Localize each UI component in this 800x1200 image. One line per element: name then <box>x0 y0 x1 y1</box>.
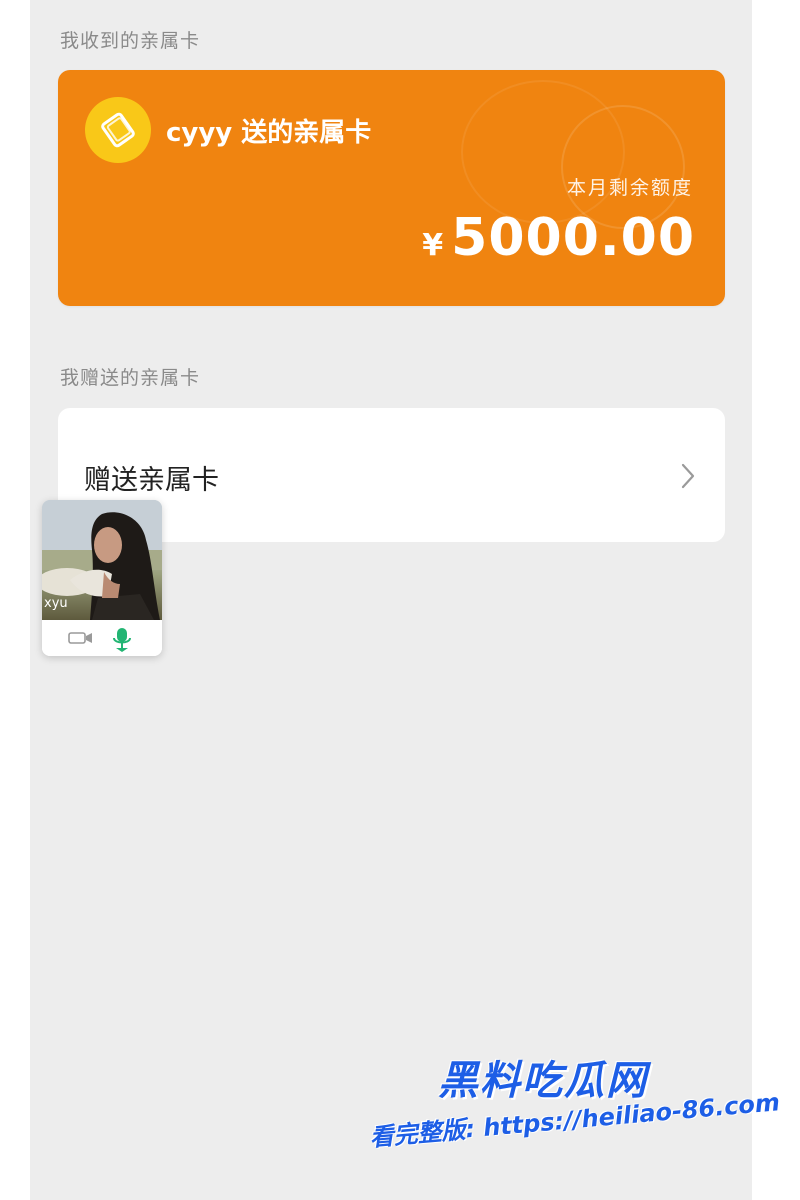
received-section-title: 我收到的亲属卡 <box>60 30 201 52</box>
given-section-title: 我赠送的亲属卡 <box>60 367 201 389</box>
card-logo-icon <box>85 97 151 163</box>
currency-symbol: ¥ <box>422 228 444 263</box>
chevron-right-icon <box>681 463 695 489</box>
watermark: 黑料吃瓜网 看完整版: https://heiliao-86.com <box>368 1048 788 1188</box>
family-card[interactable]: cyyy 送的亲属卡 本月剩余额度 ¥ 5000.00 <box>58 70 725 306</box>
give-family-card-label: 赠送亲属卡 <box>84 465 219 496</box>
video-feed: xyu <box>42 500 162 620</box>
balance-amount: 5000.00 <box>451 208 695 268</box>
card-subtitle: 本月剩余额度 <box>566 177 693 199</box>
microphone-icon[interactable] <box>112 626 132 652</box>
call-controls <box>42 620 162 656</box>
card-title: cyyy 送的亲属卡 <box>166 118 372 148</box>
camera-icon[interactable] <box>68 630 94 646</box>
floating-video-call-window[interactable]: xyu <box>42 500 162 656</box>
caller-name: xyu <box>44 596 68 611</box>
card-balance: ¥ 5000.00 <box>422 208 695 268</box>
